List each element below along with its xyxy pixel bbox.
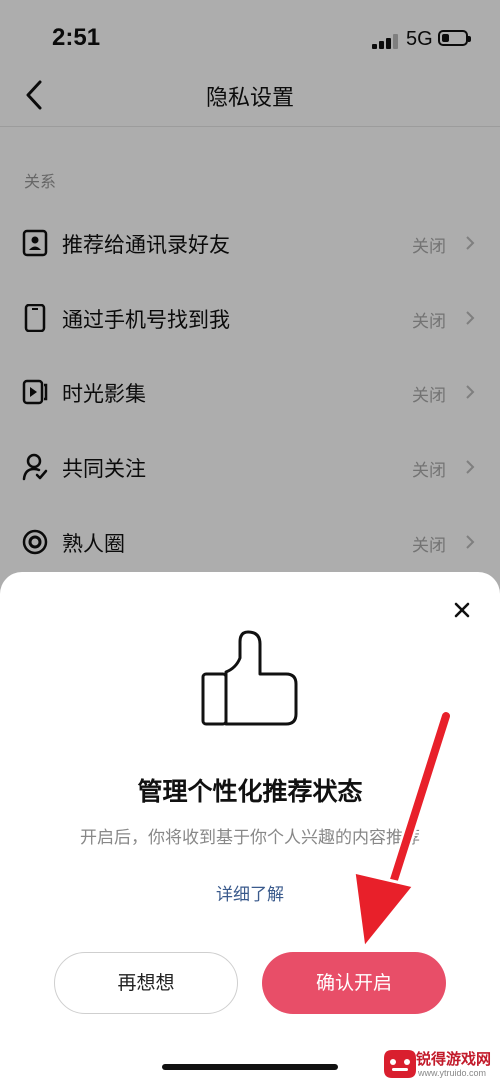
reconsider-button[interactable]: 再想想 bbox=[54, 952, 238, 1014]
watermark-url: www.ytruido.com bbox=[418, 1068, 487, 1078]
home-indicator bbox=[162, 1064, 338, 1070]
confirm-enable-button[interactable]: 确认开启 bbox=[262, 952, 446, 1014]
sheet-description: 开启后，你将收到基于你个人兴趣的内容推荐 bbox=[80, 828, 420, 848]
sheet-title: 管理个性化推荐状态 bbox=[137, 777, 363, 806]
thumbs-up-icon bbox=[201, 630, 298, 726]
learn-more-link[interactable]: 详细了解 bbox=[0, 880, 500, 905]
watermark-brand: 锐得游戏网 bbox=[416, 1050, 492, 1068]
close-icon[interactable] bbox=[450, 598, 474, 622]
